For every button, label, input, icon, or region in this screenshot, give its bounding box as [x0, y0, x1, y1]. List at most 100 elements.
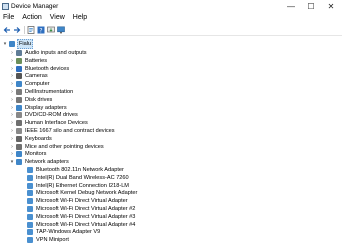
tree-item-label: Microsoft Wi-Fi Direct Virtual Adapter — [36, 198, 128, 205]
tree-item-network-adapter[interactable]: Microsoft Wi-Fi Direct Virtual Adapter #… — [0, 205, 342, 213]
chevron-right-icon[interactable]: › — [9, 72, 15, 80]
display-icon — [16, 104, 22, 111]
battery-icon — [16, 57, 22, 64]
tree-item-category[interactable]: › Audio inputs and outputs — [0, 49, 342, 57]
tree-item-label: Cameras — [25, 73, 48, 80]
hid-icon — [16, 120, 22, 127]
menu-view[interactable]: View — [46, 13, 69, 23]
chevron-down-icon[interactable]: ▾ — [9, 158, 15, 166]
tree-item-label: Computer — [25, 81, 50, 88]
tree-item-category[interactable]: › DVD/CD-ROM drives — [0, 111, 342, 119]
tree-item-label: Microsoft Kernel Debug Network Adapter — [36, 190, 138, 197]
tree-item-network-adapter[interactable]: Bluetooth 802.11n Network Adapter — [0, 166, 342, 174]
tree-item-label: TAP-Windows Adapter V9 — [36, 229, 101, 236]
tree-item-label: IEEE 1667 silo and contract devices — [25, 128, 115, 134]
dvd-icon — [16, 112, 22, 119]
chevron-right-icon[interactable]: › — [9, 80, 15, 88]
tree-item-category[interactable]: › Bluetooth devices — [0, 65, 342, 73]
tree-item-label: Mice and other pointing devices — [25, 143, 104, 150]
tree-item-category[interactable]: › Mice and other pointing devices — [0, 143, 342, 151]
network-adapter-icon — [27, 237, 33, 244]
help-icon[interactable]: ? — [37, 26, 45, 34]
disk-icon — [16, 96, 22, 103]
chevron-right-icon[interactable]: › — [9, 65, 15, 73]
monitor-icon[interactable] — [57, 26, 65, 34]
network-adapter-icon — [27, 190, 33, 197]
tree-item-label: Bluetooth devices — [25, 65, 70, 72]
tree-item-category[interactable]: › Keyboards — [0, 135, 342, 143]
svg-text:?: ? — [39, 27, 42, 34]
menu-file[interactable]: File — [0, 13, 18, 23]
tree-item-label: Disk drives — [25, 96, 53, 103]
properties-icon[interactable] — [27, 26, 35, 34]
title-bar: Device Manager — ☐ ✕ — [0, 0, 342, 13]
tree-item-category[interactable]: › Batteries — [0, 57, 342, 65]
tree-item-network-adapter[interactable]: Intel(R) Dual Band Wireless-AC 7260 — [0, 174, 342, 182]
tree-item-category[interactable]: › Disk drives — [0, 96, 342, 104]
tree-item-category[interactable]: › DellInstrumentation — [0, 88, 342, 96]
chevron-right-icon[interactable]: › — [9, 143, 15, 151]
tree-item-category[interactable]: › Human Interface Devices — [0, 119, 342, 127]
tree-item-label: Microsoft Wi-Fi Direct Virtual Adapter #… — [36, 221, 136, 228]
chevron-right-icon[interactable]: › — [9, 57, 15, 65]
tree-item-label: Intel(R) Ethernet Connection I218-LM — [36, 182, 129, 189]
menu-action[interactable]: Action — [18, 13, 45, 23]
chevron-down-icon[interactable]: ▾ — [2, 40, 8, 48]
toolbar: ? — [0, 24, 342, 36]
tree-item-label: Human Interface Devices — [25, 120, 88, 127]
window-title: Device Manager — [11, 3, 59, 10]
close-button[interactable]: ✕ — [322, 0, 340, 13]
tree-item-network-adapter[interactable]: VPN Miniport — [0, 236, 342, 244]
tree-item-network-adapter[interactable]: Microsoft Wi-Fi Direct Virtual Adapter — [0, 197, 342, 205]
chevron-right-icon[interactable]: › — [9, 96, 15, 104]
tree-item-label: Batteries — [25, 57, 48, 64]
camera-icon — [16, 73, 22, 80]
chevron-right-icon[interactable]: › — [9, 104, 15, 112]
tree-item-label: Display adapters — [25, 104, 67, 111]
menu-help[interactable]: Help — [69, 13, 91, 23]
back-icon[interactable] — [3, 26, 11, 34]
network-adapter-icon — [27, 198, 33, 205]
tree-item-network-adapter[interactable]: Microsoft Kernel Debug Network Adapter — [0, 189, 342, 197]
device-tree: ▾ Fialu › Audio inputs and outputs › Batter… — [0, 37, 342, 250]
chevron-right-icon[interactable]: › — [9, 119, 15, 127]
silo-icon — [16, 128, 22, 134]
network-adapter-icon — [27, 213, 33, 220]
maximize-button[interactable]: ☐ — [302, 0, 320, 13]
tree-item-network-adapter[interactable]: TAP-Windows Adapter V9 — [0, 228, 342, 236]
computer-icon — [9, 41, 15, 47]
chevron-right-icon[interactable]: › — [9, 127, 15, 135]
mouse-icon — [16, 143, 22, 150]
chevron-right-icon[interactable]: › — [9, 135, 15, 143]
keyboard-icon — [16, 135, 22, 142]
forward-icon[interactable] — [13, 26, 21, 34]
network-adapter-icon — [27, 206, 33, 212]
tree-item-category[interactable]: › Display adapters — [0, 104, 342, 112]
tree-item-label: Audio inputs and outputs — [25, 50, 87, 56]
computer-icon — [16, 81, 22, 88]
tree-item-label: Bluetooth 802.11n Network Adapter — [36, 167, 124, 173]
network-adapter-icon — [27, 174, 33, 181]
chevron-right-icon[interactable]: › — [9, 111, 15, 119]
bluetooth-icon — [16, 65, 22, 72]
network-adapter-icon — [27, 182, 33, 189]
chevron-right-icon[interactable]: › — [9, 88, 15, 96]
device-manager-icon — [2, 3, 9, 10]
chevron-right-icon[interactable]: › — [9, 49, 15, 57]
tree-item-category[interactable]: › Cameras — [0, 72, 342, 80]
tree-item-label: Microsoft Wi-Fi Direct Virtual Adapter #… — [36, 213, 136, 220]
menu-bar: File Action View Help — [0, 13, 342, 23]
tree-item-network-adapter[interactable]: Microsoft Wi-Fi Direct Virtual Adapter #… — [0, 221, 342, 229]
tree-item-network-adapter[interactable]: Intel(R) Ethernet Connection I218-LM — [0, 182, 342, 190]
speaker-icon — [16, 50, 22, 56]
tree-item-category[interactable]: › IEEE 1667 silo and contract devices — [0, 127, 342, 135]
tree-root[interactable]: ▾ Fialu — [0, 39, 342, 49]
tree-item-label: Keyboards — [25, 135, 52, 142]
network-adapter-icon — [27, 229, 33, 236]
tree-item-network-adapter[interactable]: Microsoft Wi-Fi Direct Virtual Adapter #… — [0, 213, 342, 221]
root-label: Fialu — [17, 39, 34, 49]
tree-item-category[interactable]: › Computer — [0, 80, 342, 88]
minimize-button[interactable]: — — [282, 0, 300, 13]
tree-item-network-adapters[interactable]: ▾ Network adapters — [0, 158, 342, 166]
update-driver-icon[interactable] — [47, 26, 55, 34]
